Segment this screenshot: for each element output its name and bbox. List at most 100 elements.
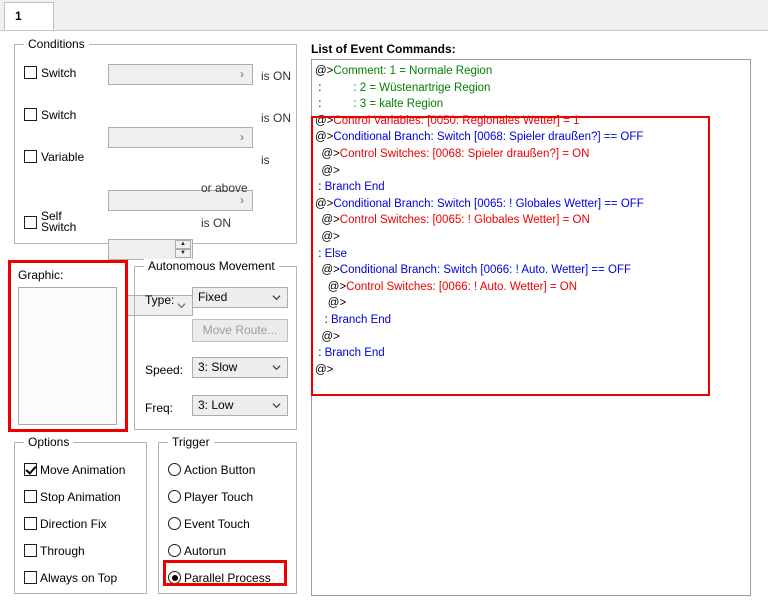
option-move-animation[interactable]: Move Animation — [24, 463, 125, 476]
options-group: Options Move Animation Stop Animation Di… — [14, 435, 147, 594]
switch-1-field[interactable]: › — [108, 64, 253, 85]
event-command-line[interactable]: @>Control Switches: [0068: Spieler drauß… — [315, 146, 750, 163]
command-prefix: @> — [321, 164, 340, 177]
speed-label: Speed: — [145, 363, 184, 377]
always-on-top-checkbox[interactable] — [24, 571, 37, 584]
command-text: Branch End — [327, 313, 392, 326]
option-through[interactable]: Through — [24, 544, 85, 557]
trigger-action-button[interactable]: Action Button — [168, 463, 255, 476]
switch-2-field[interactable]: › — [108, 127, 253, 148]
trigger-autorun[interactable]: Autorun — [168, 544, 226, 557]
event-command-line[interactable]: @>Control Switches: [0066: ! Auto. Wette… — [315, 279, 750, 296]
self-switch-label: Self Switch — [41, 210, 77, 234]
command-text: Control Variables: [0050: Regionales Wet… — [333, 114, 580, 127]
through-checkbox[interactable] — [24, 544, 37, 557]
action-button-radio[interactable] — [168, 463, 181, 476]
trigger-parallel-process[interactable]: Parallel Process — [168, 571, 271, 584]
switch-2-checkbox[interactable] — [24, 108, 37, 121]
through-label: Through — [40, 543, 85, 558]
self-switch-suffix: is ON — [201, 216, 231, 230]
freq-value: 3: Low — [198, 398, 234, 412]
event-command-line[interactable]: : : 2 = Wüstenartrige Region — [315, 80, 750, 97]
speed-value: 3: Slow — [198, 360, 238, 374]
command-text: Conditional Branch: Switch [0066: ! Auto… — [339, 264, 632, 277]
stop-animation-label: Stop Animation — [40, 489, 121, 504]
event-command-line[interactable]: : Else — [315, 246, 750, 263]
move-route-label: Move Route... — [202, 323, 278, 337]
move-route-button[interactable]: Move Route... — [192, 319, 288, 342]
option-always-on-top[interactable]: Always on Top — [24, 571, 117, 584]
freq-combo[interactable]: 3: Low — [192, 395, 288, 416]
command-prefix: @> — [321, 264, 340, 277]
condition-row-variable: Variable — [24, 150, 84, 163]
direction-fix-label: Direction Fix — [40, 516, 107, 531]
event-command-line[interactable]: @> — [315, 163, 750, 180]
chevron-down-icon — [272, 365, 281, 371]
event-command-line[interactable]: @>Control Variables: [0050: Regionales W… — [315, 113, 750, 130]
always-on-top-label: Always on Top — [40, 570, 118, 585]
trigger-title: Trigger — [168, 435, 214, 449]
command-text: Control Switches: [0068: Spieler draußen… — [339, 147, 590, 160]
move-animation-checkbox[interactable] — [24, 463, 37, 476]
command-text: Control Switches: [0065: ! Globales Wett… — [339, 214, 590, 227]
stop-animation-checkbox[interactable] — [24, 490, 37, 503]
self-switch-label-line2: Switch — [41, 220, 77, 234]
direction-fix-checkbox[interactable] — [24, 517, 37, 530]
player-touch-label: Player Touch — [184, 489, 254, 504]
command-indent — [315, 297, 328, 309]
command-prefix: @> — [327, 280, 347, 293]
parallel-process-radio[interactable] — [168, 571, 181, 584]
command-prefix: @> — [327, 297, 347, 310]
event-command-line[interactable]: @>Comment: 1 = Normale Region — [315, 63, 750, 80]
conditions-group: Conditions Switch › is ON Switch › is ON… — [14, 37, 297, 316]
tab-label: 1 — [15, 9, 22, 23]
autorun-radio[interactable] — [168, 544, 181, 557]
trigger-group: Trigger Action Button Player Touch Event… — [158, 435, 297, 594]
type-value: Fixed — [198, 290, 228, 304]
event-command-line[interactable]: @> — [315, 229, 750, 246]
event-touch-radio[interactable] — [168, 517, 181, 530]
command-prefix: @> — [315, 131, 334, 144]
type-combo[interactable]: Fixed — [192, 287, 288, 308]
event-command-line[interactable]: : Branch End — [315, 345, 750, 362]
option-stop-animation[interactable]: Stop Animation — [24, 490, 121, 503]
event-touch-label: Event Touch — [184, 516, 250, 531]
command-prefix: @> — [315, 114, 334, 127]
switch-2-browse-icon[interactable]: › — [233, 129, 251, 146]
variable-value-stepper[interactable]: ▲ ▼ — [108, 239, 193, 260]
switch-1-browse-icon[interactable]: › — [233, 66, 251, 83]
event-commands-list[interactable]: @>Comment: 1 = Normale Region : : 2 = Wü… — [311, 59, 751, 596]
trigger-player-touch[interactable]: Player Touch — [168, 490, 253, 503]
command-prefix: @> — [315, 363, 334, 376]
event-command-line[interactable]: @>Conditional Branch: Switch [0068: Spie… — [315, 129, 750, 146]
event-command-line[interactable]: @>Conditional Branch: Switch [0065: ! Gl… — [315, 196, 750, 213]
switch-1-checkbox[interactable] — [24, 66, 37, 79]
event-command-line[interactable]: @>Conditional Branch: Switch [0066: ! Au… — [315, 262, 750, 279]
command-text: Branch End — [321, 181, 385, 194]
event-command-line[interactable]: @>Control Switches: [0065: ! Globales We… — [315, 212, 750, 229]
trigger-event-touch[interactable]: Event Touch — [168, 517, 250, 530]
command-text: Conditional Branch: Switch [0065: ! Glob… — [333, 197, 644, 210]
chevron-down-icon — [272, 403, 281, 409]
event-command-line[interactable]: @> — [315, 329, 750, 346]
event-command-line[interactable]: : Branch End — [315, 312, 750, 329]
event-command-line[interactable]: : Branch End — [315, 179, 750, 196]
speed-combo[interactable]: 3: Slow — [192, 357, 288, 378]
event-command-line[interactable]: @> — [315, 295, 750, 312]
event-command-line[interactable]: : : 3 = kalte Region — [315, 96, 750, 113]
self-switch-checkbox[interactable] — [24, 215, 37, 229]
option-direction-fix[interactable]: Direction Fix — [24, 517, 107, 530]
stepper-up-icon[interactable]: ▲ — [175, 240, 191, 249]
condition-row-switch-1: Switch — [24, 66, 76, 79]
variable-checkbox[interactable] — [24, 150, 37, 163]
event-command-line[interactable]: @> — [315, 362, 750, 379]
command-text: Comment: 1 = Normale Region — [333, 65, 493, 77]
options-title: Options — [24, 435, 74, 449]
stepper-down-icon[interactable]: ▼ — [175, 249, 191, 258]
command-prefix: @> — [321, 214, 340, 227]
tab-page-1[interactable]: 1 — [4, 2, 54, 30]
player-touch-radio[interactable] — [168, 490, 181, 503]
variable-suffix: is — [261, 153, 270, 167]
command-indent — [315, 281, 328, 293]
graphic-preview[interactable] — [18, 287, 117, 425]
